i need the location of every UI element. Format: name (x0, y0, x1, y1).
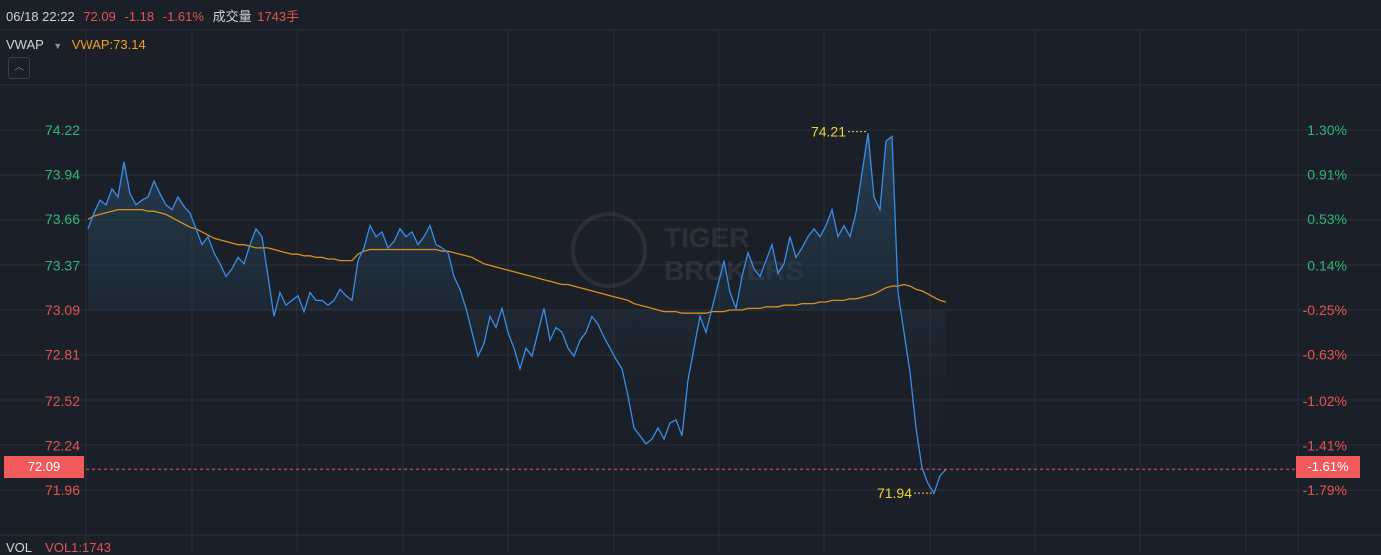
current-price-tag-right: -1.61% (1296, 456, 1360, 478)
price-area-fill (88, 133, 946, 494)
volume-panel-header: VOL VOL1:1743 (6, 540, 111, 555)
right-tick-label: 1.30% (1307, 122, 1347, 138)
left-tick-label: 73.37 (45, 257, 80, 273)
price-chart[interactable]: TIGER BROKERS 74.2273.9473.6673.3773.097… (0, 0, 1381, 551)
left-tick-label: 72.81 (45, 347, 80, 363)
current-price-tag-left: 72.09 (4, 456, 84, 478)
left-tick-label: 72.24 (45, 437, 80, 453)
left-price-axis: 74.22 73.94 73.66 73.37 73.09 72.81 72.52 72.24… (45, 122, 80, 498)
left-tick-label: 74.22 (45, 122, 80, 138)
right-tick-label: -0.63% (1303, 347, 1347, 363)
left-tick-label: 72.52 (45, 393, 80, 409)
volume-panel-name: VOL (6, 540, 32, 555)
right-tick-label: -1.41% (1303, 437, 1347, 453)
watermark-text-1: TIGER (664, 222, 750, 253)
right-percent-axis: 1.30% 0.91% 0.53% 0.14% -0.25% -0.63% -1.02% -1… (1303, 122, 1347, 498)
watermark-circle (571, 212, 647, 288)
right-tick-label: -0.25% (1303, 302, 1347, 318)
right-tick-label: 0.14% (1307, 257, 1347, 273)
left-tick-label: 73.94 (45, 167, 80, 183)
right-tick-label: -1.02% (1303, 393, 1347, 409)
left-tick-label: 71.96 (45, 482, 80, 498)
volume-panel-value: VOL1:1743 (45, 540, 111, 555)
left-tick-label: 73.66 (45, 211, 80, 227)
right-tick-label: 0.53% (1307, 211, 1347, 227)
min-price-label: 71.94 (877, 485, 912, 501)
left-tick-label: 73.09 (45, 302, 80, 318)
right-tick-label: 0.91% (1307, 167, 1347, 183)
right-tick-label: -1.79% (1303, 482, 1347, 498)
max-price-label: 74.21 (811, 124, 846, 140)
